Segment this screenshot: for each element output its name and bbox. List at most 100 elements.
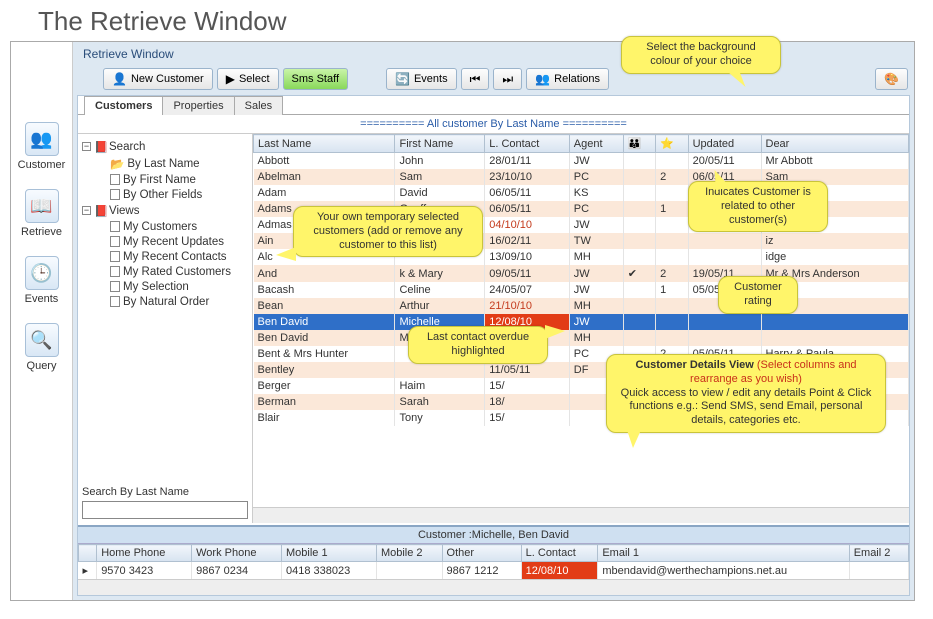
- search-label: Search By Last Name: [82, 486, 248, 498]
- detail-column[interactable]: Email 1: [598, 545, 849, 562]
- tree-item[interactable]: My Customers: [80, 219, 250, 234]
- new-customer-button[interactable]: 👤 New Customer: [103, 68, 213, 90]
- callout-background: Select the background colour of your cho…: [621, 36, 781, 74]
- column-header[interactable]: Last Name: [254, 135, 395, 153]
- label: Events: [414, 73, 448, 85]
- tree-group-search[interactable]: − 📕 Search: [80, 138, 250, 155]
- detail-column[interactable]: [79, 545, 97, 562]
- detail-header: Customer :Michelle, Ben David: [78, 527, 909, 544]
- label: New Customer: [131, 73, 204, 85]
- detail-column[interactable]: Other: [442, 545, 521, 562]
- rail-label: Query: [27, 360, 57, 372]
- tree-item[interactable]: By First Name: [80, 172, 250, 187]
- column-header[interactable]: Agent: [569, 135, 623, 153]
- label: Select: [239, 73, 270, 85]
- table-row[interactable]: BacashCeline24/05/07JW105/05/11Celine: [254, 282, 909, 298]
- rail-retrieve[interactable]: 📖 Retrieve: [21, 189, 62, 238]
- tree-pane: − 📕 Search📂 By Last Name By First Name B…: [78, 134, 253, 523]
- callout-text: Select the background colour of your cho…: [646, 41, 755, 67]
- detail-column[interactable]: Home Phone: [97, 545, 192, 562]
- tree-item[interactable]: By Natural Order: [80, 294, 250, 309]
- tab-customers[interactable]: Customers: [84, 96, 163, 115]
- column-header[interactable]: First Name: [395, 135, 485, 153]
- sms-staff-button[interactable]: Sms Staff: [283, 68, 348, 90]
- tab-properties[interactable]: Properties: [162, 96, 234, 115]
- callout-overdue: Last contact overdue highlighted: [408, 326, 548, 364]
- detail-pane: Customer :Michelle, Ben David Home Phone…: [78, 525, 909, 595]
- table-row[interactable]: Andk & Mary09/05/11JW✔219/05/11Mr & Mrs …: [254, 265, 909, 282]
- tab-sales[interactable]: Sales: [234, 96, 284, 115]
- page-title: The Retrieve Window: [38, 6, 933, 37]
- retrieve-icon: 📖: [25, 189, 59, 223]
- callout-text: Your own temporary selected customers (a…: [313, 211, 462, 251]
- rail-query[interactable]: 🔍 Query: [25, 323, 59, 372]
- detail-column[interactable]: L. Contact: [521, 545, 598, 562]
- customers-header: ========== All customer By Last Name ===…: [78, 115, 909, 134]
- left-rail: 👥 Customer 📖 Retrieve 🕒 Events 🔍 Query: [11, 42, 73, 600]
- events-button[interactable]: 🔄 Events: [386, 68, 457, 90]
- tree: − 📕 Search📂 By Last Name By First Name B…: [78, 134, 252, 482]
- settings-button[interactable]: 🎨: [875, 68, 908, 90]
- callout-text: Quick access to view / edit any details …: [621, 387, 872, 427]
- detail-column[interactable]: Email 2: [849, 545, 908, 562]
- column-header[interactable]: ⭐: [656, 135, 688, 153]
- relations-button[interactable]: 👥 Relations: [526, 68, 609, 90]
- detail-column[interactable]: Mobile 1: [282, 545, 377, 562]
- toolbar: 👤New Customer ▶Select Sms Staff 🔄Events …: [73, 66, 914, 95]
- callout-text: Customer rating: [734, 281, 782, 307]
- callout-details: Customer Details View (Select columns an…: [606, 354, 886, 433]
- callout-related: Indicates Customer is related to other c…: [688, 181, 828, 232]
- column-header[interactable]: Updated: [688, 135, 761, 153]
- tab-bar: CustomersPropertiesSales: [78, 95, 909, 115]
- callout-text: Indicates Customer is related to other c…: [705, 186, 811, 226]
- play-icon: ▶: [226, 72, 235, 86]
- first-record-button[interactable]: ⏮: [461, 68, 490, 90]
- query-icon: 🔍: [25, 323, 59, 357]
- tree-item[interactable]: My Rated Customers: [80, 264, 250, 279]
- people-icon: 👥: [535, 72, 550, 86]
- table-row[interactable]: AbbottJohn28/01/11JW20/05/11Mr Abbott: [254, 153, 909, 170]
- tree-item[interactable]: My Recent Updates: [80, 234, 250, 249]
- rail-label: Retrieve: [21, 226, 62, 238]
- detail-scrollbar[interactable]: [78, 579, 909, 595]
- table-row[interactable]: BeanArthur21/10/10MHean: [254, 298, 909, 314]
- table-row[interactable]: Ben DavidMoshe27/10/10MH: [254, 330, 909, 346]
- events-icon: 🕒: [25, 256, 59, 290]
- last-record-button[interactable]: ⏭: [493, 68, 522, 90]
- rail-label: Events: [25, 293, 59, 305]
- customer-icon: 👥: [25, 122, 59, 156]
- column-header[interactable]: Dear: [761, 135, 909, 153]
- retrieve-window: 👥 Customer 📖 Retrieve 🕒 Events 🔍 Query Retrieve…: [10, 41, 915, 601]
- table-row[interactable]: Ben DavidMichelle12/08/10JW: [254, 314, 909, 330]
- callout-rating: Customer rating: [718, 276, 798, 314]
- user-plus-icon: 👤: [112, 72, 127, 86]
- refresh-icon: 🔄: [395, 72, 410, 86]
- tree-item[interactable]: By Other Fields: [80, 187, 250, 202]
- rail-events[interactable]: 🕒 Events: [25, 256, 59, 305]
- search-input[interactable]: [82, 501, 248, 519]
- detail-column[interactable]: Mobile 2: [376, 545, 442, 562]
- window-title: Retrieve Window: [73, 42, 914, 66]
- detail-row[interactable]: ▸9570 34239867 02340418 3380239867 12121…: [79, 562, 909, 580]
- search-box: Search By Last Name: [78, 482, 252, 523]
- tree-group-views[interactable]: − 📕 Views: [80, 202, 250, 219]
- main-area: Retrieve Window 👤 New Customer ▶ Select Sm…: [73, 42, 914, 600]
- detail-column[interactable]: Work Phone: [192, 545, 282, 562]
- tree-item[interactable]: My Recent Contacts: [80, 249, 250, 264]
- callout-title: Customer Details View: [635, 359, 756, 371]
- rail-label: Customer: [18, 159, 66, 171]
- skip-forward-icon: ⏭: [502, 72, 513, 87]
- label: Sms Staff: [292, 73, 339, 85]
- content: CustomersPropertiesSales ========== All …: [77, 95, 910, 596]
- callout-my-selection: Your own temporary selected customers (a…: [293, 206, 483, 257]
- label: Relations: [554, 73, 600, 85]
- rail-customer[interactable]: 👥 Customer: [18, 122, 66, 171]
- horizontal-scrollbar[interactable]: [253, 507, 909, 523]
- tree-item[interactable]: My Selection: [80, 279, 250, 294]
- skip-back-icon: ⏮: [470, 72, 481, 87]
- select-button[interactable]: ▶ Select: [217, 68, 279, 90]
- tree-item[interactable]: 📂 By Last Name: [80, 155, 250, 172]
- column-header[interactable]: 👪: [623, 135, 655, 153]
- column-header[interactable]: L. Contact: [485, 135, 570, 153]
- palette-icon: 🎨: [884, 72, 899, 86]
